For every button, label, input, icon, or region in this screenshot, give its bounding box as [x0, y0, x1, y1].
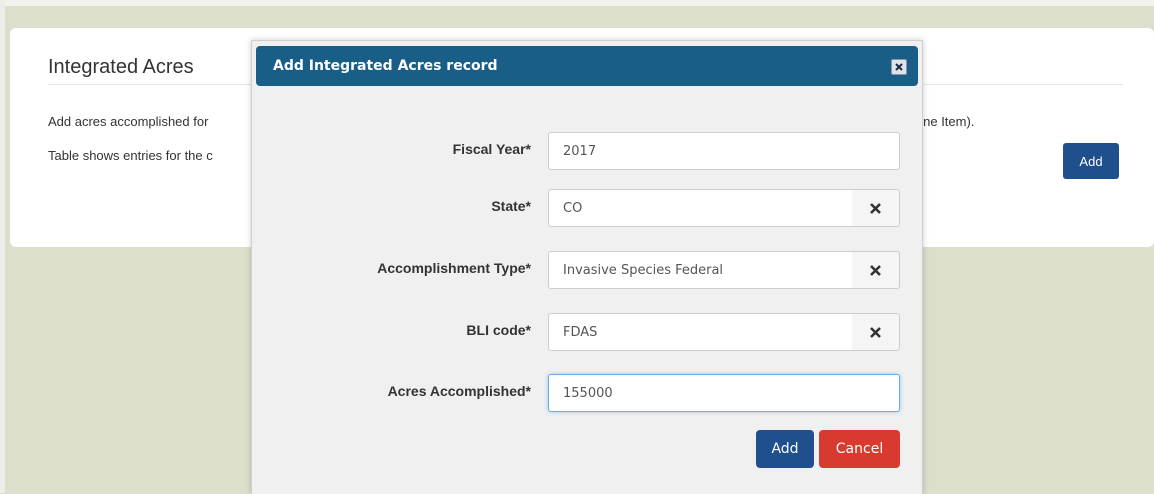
state-clear-icon[interactable] [852, 189, 900, 227]
accomplishment-type-label: Accomplishment Type* [377, 260, 531, 276]
bli-code-select[interactable] [548, 313, 853, 351]
acres-accomplished-row: Acres Accomplished* [252, 374, 922, 412]
panel-table-note: Table shows entries for the c [48, 148, 213, 163]
add-record-button[interactable]: Add [1063, 143, 1119, 179]
bli-code-label: BLI code* [466, 322, 531, 338]
panel-title: Integrated Acres [48, 56, 194, 78]
acres-accomplished-label: Acres Accomplished* [387, 383, 531, 399]
bli-code-row: BLI code* [252, 313, 922, 351]
add-button[interactable]: Add [756, 430, 814, 468]
state-label: State* [491, 198, 531, 214]
panel-description: Add acres accomplished for [48, 114, 209, 129]
add-record-modal: Add Integrated Acres record Fiscal Year*… [251, 40, 923, 494]
fiscal-year-input[interactable] [548, 132, 900, 170]
close-icon[interactable] [891, 59, 907, 75]
fiscal-year-row: Fiscal Year* [252, 132, 922, 170]
state-select[interactable] [548, 189, 853, 227]
left-edge [0, 0, 5, 493]
fiscal-year-label: Fiscal Year* [452, 141, 531, 157]
top-edge [0, 0, 1154, 6]
accomplishment-type-select[interactable] [548, 251, 853, 289]
modal-title: Add Integrated Acres record [273, 58, 498, 74]
cancel-button[interactable]: Cancel [819, 430, 900, 468]
accomplishment-type-row: Accomplishment Type* [252, 251, 922, 289]
accomplishment-type-clear-icon[interactable] [852, 251, 900, 289]
bli-code-clear-icon[interactable] [852, 313, 900, 351]
acres-accomplished-input[interactable] [548, 374, 900, 412]
modal-header: Add Integrated Acres record [256, 46, 918, 86]
state-row: State* [252, 189, 922, 227]
